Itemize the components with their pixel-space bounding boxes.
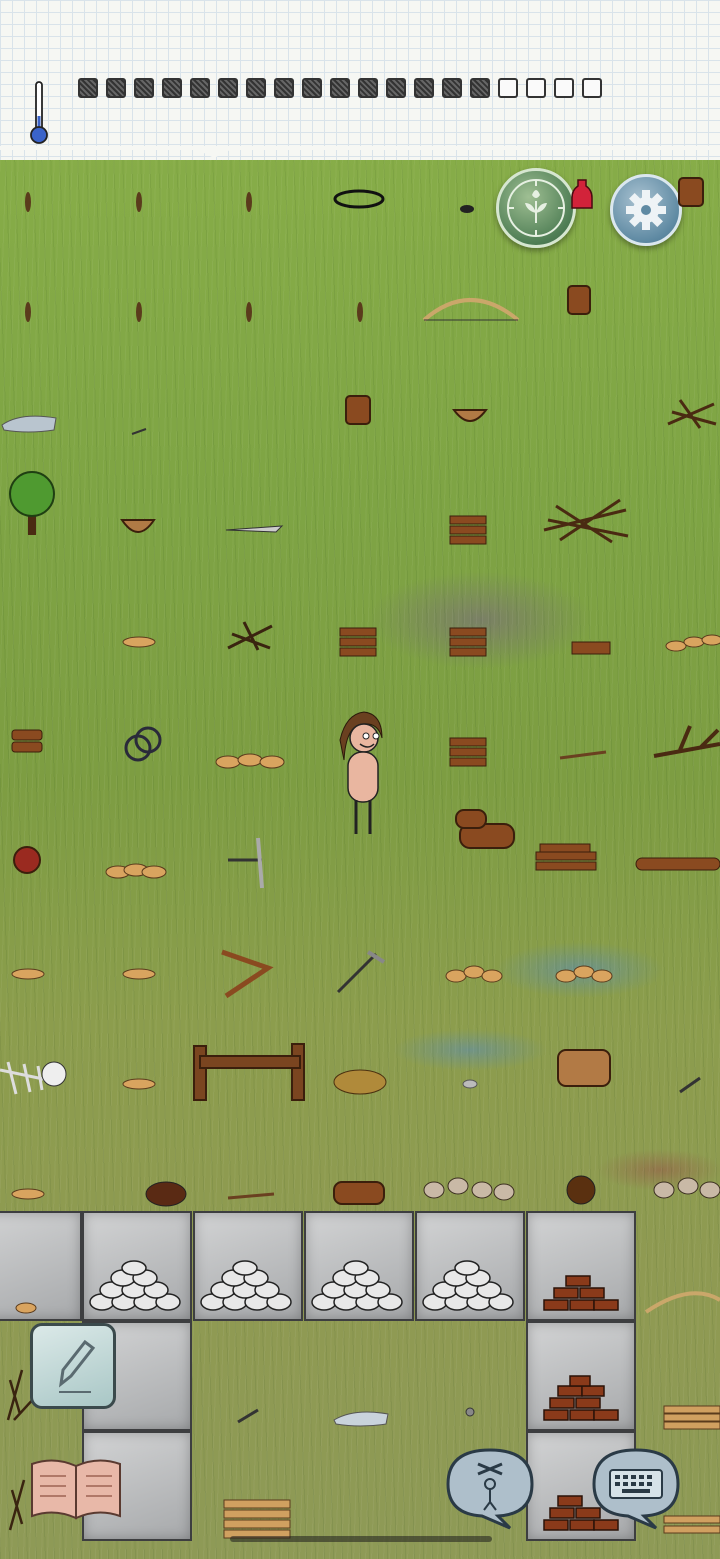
bow [644, 1291, 720, 1314]
mallet [237, 1408, 259, 1424]
red-bottle-indicator [571, 179, 593, 209]
food-pip-full [246, 78, 266, 98]
firewood-pile [449, 737, 487, 767]
food-pip-full [218, 78, 238, 98]
puppet-emote-icon [446, 1448, 534, 1530]
firewood-pile [339, 627, 377, 657]
bucket [567, 285, 591, 315]
compass-button[interactable] [496, 168, 576, 248]
skeleton-bones [0, 1061, 67, 1095]
firewood-pile [535, 843, 597, 871]
flat-rock [333, 1411, 389, 1427]
flat-rock [1, 415, 57, 433]
wooden-barrel [557, 1049, 611, 1087]
stick [559, 750, 607, 760]
flat-bread [122, 636, 156, 648]
boards [571, 641, 611, 655]
food-pip-empty [582, 78, 602, 98]
flat-breads [105, 863, 167, 879]
boards-stack [663, 1405, 720, 1430]
flat-bread [11, 1188, 45, 1200]
food-pip-full [162, 78, 182, 98]
flat-breads [555, 965, 613, 983]
mallet [679, 1076, 701, 1094]
flat-breads [445, 965, 503, 983]
knife [225, 525, 284, 533]
food-pip-full [274, 78, 294, 98]
stick [131, 428, 147, 435]
small-stone [462, 1079, 478, 1089]
food-pip-empty [526, 78, 546, 98]
rock-pile [653, 1177, 720, 1199]
hud-torn-edge [0, 146, 720, 158]
food-pip-full [358, 78, 378, 98]
stone-pile [89, 1260, 514, 1311]
hoe [336, 950, 386, 994]
player-character [339, 711, 383, 834]
flat-bread [122, 1078, 156, 1090]
straw-nest [333, 1069, 387, 1095]
stick [227, 1192, 275, 1200]
rope-loop [333, 189, 385, 209]
gear-icon [626, 190, 666, 230]
fence [193, 1043, 305, 1101]
boards-stack [223, 1499, 291, 1539]
flat-bread [122, 968, 156, 980]
food-pip-empty [554, 78, 574, 98]
small-stone [465, 1407, 475, 1417]
food-pip-full [302, 78, 322, 98]
compass-flower-icon [507, 179, 565, 237]
long-log [635, 857, 720, 871]
keyboard-button[interactable] [584, 1444, 688, 1530]
kindling [227, 621, 273, 651]
pickaxe [228, 837, 264, 889]
food-pip-empty [498, 78, 518, 98]
small-stone [460, 205, 474, 213]
food-pip-full [386, 78, 406, 98]
status-hud [0, 0, 720, 160]
food-pip-full [414, 78, 434, 98]
food-pip-full [78, 78, 98, 98]
bowl [452, 409, 488, 422]
food-pip-full [134, 78, 154, 98]
seed-item [25, 192, 252, 212]
open-book-icon [31, 1459, 121, 1520]
seed-item [25, 302, 363, 322]
food-pip-full [442, 78, 462, 98]
bowl [120, 519, 156, 533]
maple-tree [9, 471, 55, 535]
game-screen [0, 0, 720, 1559]
kindling [667, 399, 717, 429]
food-pip-full [106, 78, 126, 98]
flat-bread [11, 968, 45, 980]
flat-bread [15, 1302, 37, 1314]
home-indicator[interactable] [230, 1536, 492, 1542]
stick-pile [543, 498, 629, 544]
food-pip-full [470, 78, 490, 98]
bucket [345, 395, 371, 425]
edit-button[interactable] [30, 1323, 116, 1409]
branch [653, 725, 720, 758]
rope-coils [124, 726, 162, 762]
bow [422, 298, 520, 322]
food-meter [78, 78, 602, 98]
food-pip-full [190, 78, 210, 98]
berry-bowl [13, 846, 41, 874]
pencil-icon [58, 1339, 96, 1393]
rock-pile [423, 1177, 515, 1201]
stacked-baskets [11, 729, 43, 753]
bucket-indicator [678, 177, 704, 207]
keyboard-icon [592, 1448, 680, 1530]
flat-breads [215, 753, 285, 769]
bow-drill [221, 949, 274, 999]
firewood-pile [449, 515, 487, 545]
settings-button[interactable] [610, 174, 682, 246]
journal-button[interactable] [26, 1452, 126, 1522]
flat-breads [665, 634, 720, 652]
thermometer-icon [30, 81, 48, 144]
log-pile [455, 809, 515, 849]
food-pip-full [330, 78, 350, 98]
emote-button[interactable] [438, 1444, 542, 1530]
firewood-pile [449, 627, 487, 657]
